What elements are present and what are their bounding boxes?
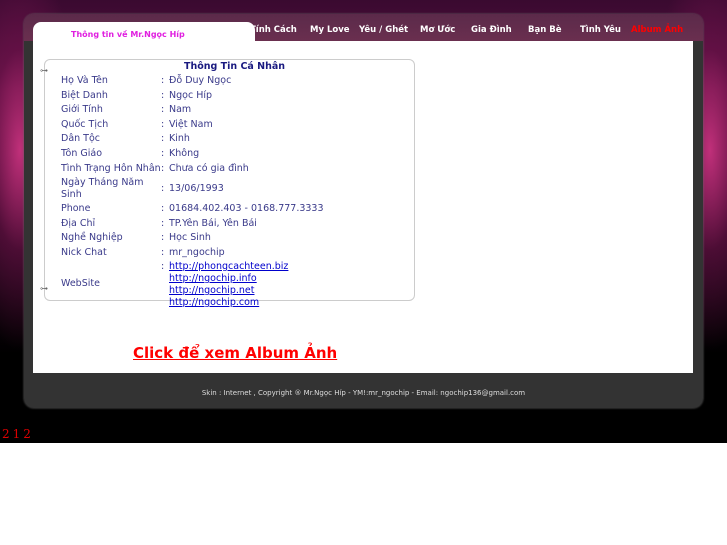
row-value: Học Sinh xyxy=(169,232,211,243)
row-colon: : xyxy=(161,163,165,174)
nav-gia-dinh[interactable]: Gia Đình xyxy=(471,25,512,35)
row-value: Đỗ Duy Ngọc xyxy=(169,75,232,86)
row-value: mr_ngochip xyxy=(169,247,225,258)
row-label: Quốc Tịch xyxy=(61,119,109,130)
visit-counter: 212 xyxy=(2,427,34,441)
row-value: Ngọc Híp xyxy=(169,90,213,101)
row-value: Chưa có gia đình xyxy=(169,163,249,174)
row-label: Địa Chỉ xyxy=(61,218,96,229)
row-label: Nick Chat xyxy=(61,247,107,258)
row-value: Nam xyxy=(169,104,192,115)
row-value: 13/06/1993 xyxy=(169,183,224,194)
row-label: Tôn Giáo xyxy=(61,148,103,159)
row-colon: : xyxy=(161,203,165,214)
row-label: Phone xyxy=(61,203,91,214)
row-colon: : xyxy=(161,119,165,130)
website-link[interactable]: http://ngochip.net xyxy=(169,285,288,297)
row-colon: : xyxy=(161,148,165,159)
row-label: Dân Tộc xyxy=(61,133,101,144)
row-label: Tình Trạng Hôn Nhân xyxy=(61,163,161,174)
row-label: Ngày Tháng Năm Sinh xyxy=(61,177,144,200)
row-value: Việt Nam xyxy=(169,119,213,130)
nav-mo-uoc[interactable]: Mơ Ước xyxy=(420,25,455,35)
box-title: Thông Tin Cá Nhân xyxy=(184,61,286,72)
row-colon: : xyxy=(161,104,165,115)
row-value: Kinh xyxy=(169,133,190,144)
nav-album-anh[interactable]: Album Ảnh xyxy=(631,25,683,35)
row-value: TP.Yên Bái, Yên Bái xyxy=(169,218,257,229)
row-value: 01684.402.403 - 0168.777.3333 xyxy=(169,203,324,214)
row-label: Biệt Danh xyxy=(61,90,108,101)
clip-icon: ⊶ xyxy=(40,284,48,293)
website-link[interactable]: http://phongcachteen.biz xyxy=(169,261,288,273)
album-link[interactable]: Click để xem Album Ảnh xyxy=(133,344,337,362)
footer-copyright: Skin : Internet , Copyright ® Mr.Ngọc Hí… xyxy=(201,389,526,397)
row-colon: : xyxy=(161,232,165,243)
nav-tinh-yeu[interactable]: Tình Yêu xyxy=(580,25,621,35)
row-label: WebSite xyxy=(61,278,100,289)
nav-yeu-ghet[interactable]: Yêu / Ghét xyxy=(359,25,408,35)
row-label: Giới Tính xyxy=(61,104,103,115)
row-colon: : xyxy=(161,247,165,258)
nav-my-love[interactable]: My Love xyxy=(310,25,350,35)
website-link[interactable]: http://ngochip.info xyxy=(169,273,288,285)
row-value: Không xyxy=(169,148,200,159)
nav-ban-be[interactable]: Bạn Bè xyxy=(528,25,561,35)
website-link[interactable]: http://ngochip.com xyxy=(169,297,288,309)
clip-icon: ⊶ xyxy=(40,66,48,75)
row-colon: : xyxy=(161,218,165,229)
row-colon: : xyxy=(161,90,165,101)
row-colon: : xyxy=(161,183,165,194)
row-label: Nghề Nghiệp xyxy=(61,232,123,243)
row-label: Họ Và Tên xyxy=(61,75,108,86)
website-links: http://phongcachteen.biz http://ngochip.i… xyxy=(169,261,288,309)
tab-profile[interactable]: Thông tin về Mr.Ngọc Híp xyxy=(33,22,255,42)
tab-title: Thông tin về Mr.Ngọc Híp xyxy=(71,30,185,39)
row-colon: : xyxy=(161,75,165,86)
row-colon: : xyxy=(161,133,165,144)
row-colon: : xyxy=(161,261,165,272)
nav-tinh-cach[interactable]: Tính Cách xyxy=(250,25,297,35)
